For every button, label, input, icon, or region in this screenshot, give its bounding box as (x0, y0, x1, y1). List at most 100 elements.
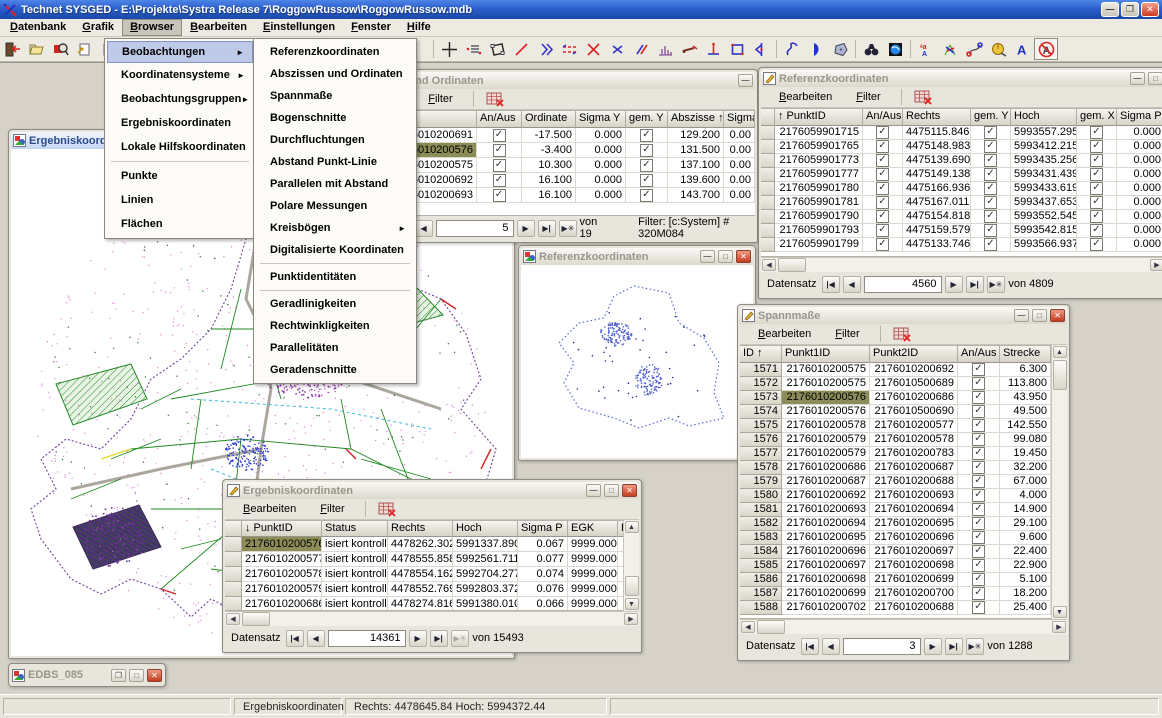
import-icon[interactable] (72, 38, 96, 60)
new-record-button[interactable]: ▶✳ (559, 220, 577, 237)
rectangle-icon[interactable] (725, 38, 749, 60)
histogram-icon[interactable] (653, 38, 677, 60)
submenu-item-abszissen-ordinaten[interactable]: Abszissen und Ordinaten (256, 63, 414, 85)
submenu-item-parallelen-mit-abstand[interactable]: Parallelen mit Abstand (256, 173, 414, 195)
submenu-item-abstand-punkt-linie[interactable]: Abstand Punkt-Linie (256, 151, 414, 173)
table-row[interactable]: 1577 2176010200579 2176010200783 ✓ 19.45… (740, 447, 1051, 461)
child-maximize-button[interactable]: □ (129, 669, 144, 682)
table-row[interactable]: 1571 2176010200575 2176010200692 ✓ 6.300 (740, 363, 1051, 377)
measure-wheel-icon[interactable] (986, 38, 1010, 60)
child-maximize-button[interactable]: □ (718, 250, 733, 263)
crosshair-icon[interactable] (437, 38, 461, 60)
spann-horizontal-scrollbar[interactable]: ◀▶ (740, 619, 1067, 634)
menu-item-koordinatensysteme[interactable]: Koordinatensysteme► (107, 63, 253, 87)
last-record-button[interactable]: ▶| (966, 276, 984, 293)
submenu-item-bogenschnitte[interactable]: Bogenschnitte (256, 107, 414, 129)
submenu-item-spannmasse[interactable]: Spannmaße (256, 85, 414, 107)
table-row[interactable]: 2176059901799 ✓ 4475133.746 ✓ 5993566.93… (761, 238, 1162, 252)
table-row[interactable]: 1587 2176010200699 2176010200700 ✓ 18.20… (740, 587, 1051, 601)
table-row[interactable]: 1574 2176010200576 2176010500690 ✓ 49.50… (740, 405, 1051, 419)
record-number-input[interactable] (864, 276, 942, 293)
table-row[interactable]: 2176010200578 isiert kontrolliert 447855… (225, 567, 623, 582)
spline-icon[interactable] (780, 38, 804, 60)
perpendicular-icon[interactable] (701, 38, 725, 60)
polygon-area-icon[interactable] (485, 38, 509, 60)
refk-titlebar[interactable]: Referenzkoordinaten — □ (761, 70, 1162, 87)
table-row[interactable]: 2176059901781 ✓ 4475167.011 ✓ 5993437.65… (761, 196, 1162, 210)
table-row[interactable]: 1579 2176010200687 2176010200688 ✓ 67.00… (740, 475, 1051, 489)
menu-fenster[interactable]: Fenster (343, 19, 399, 36)
ergt-titlebar[interactable]: Ergebniskoordinaten — □ ✕ (225, 482, 639, 499)
binoculars-icon[interactable] (859, 38, 883, 60)
table-row[interactable]: 1576 2176010200579 2176010200578 ✓ 99.08… (740, 433, 1051, 447)
double-chevron-icon[interactable] (533, 38, 557, 60)
table-row[interactable]: 1583 2176010200695 2176010200696 ✓ 9.600 (740, 531, 1051, 545)
first-record-button[interactable]: |◀ (822, 276, 840, 293)
table-row[interactable]: 1575 2176010200578 2176010200577 ✓ 142.5… (740, 419, 1051, 433)
child-close-button[interactable]: ✕ (736, 250, 751, 263)
spann-titlebar[interactable]: Spannmaße — □ ✕ (740, 307, 1067, 324)
table-row[interactable]: 1581 2176010200693 2176010200694 ✓ 14.90… (740, 503, 1051, 517)
table-row[interactable]: 1586 2176010200698 2176010200699 ✓ 5.100 (740, 573, 1051, 587)
wedge-icon[interactable] (804, 38, 828, 60)
ergt-vertical-scrollbar[interactable]: ▲ ▼ (623, 520, 639, 611)
arc-angle-icon[interactable] (749, 38, 773, 60)
menu-browser[interactable]: Browser (122, 19, 182, 36)
record-number-input[interactable] (436, 220, 514, 237)
next-record-button[interactable]: ▶ (517, 220, 535, 237)
route-icon[interactable] (962, 38, 986, 60)
minimize-button[interactable]: — (1101, 2, 1119, 17)
table-row[interactable]: 1573 2176010200576 2176010200686 ✓ 43.95… (740, 391, 1051, 405)
child-maximize-button[interactable]: □ (1032, 309, 1047, 322)
menu-einstellungen[interactable]: Einstellungen (255, 19, 343, 36)
submenu-item-geradenschnitte[interactable]: Geradenschnitte (256, 359, 414, 381)
menu-hilfe[interactable]: Hilfe (399, 19, 439, 36)
point-list-icon[interactable] (461, 38, 485, 60)
submenu-item-geradlinigkeiten[interactable]: Geradlinigkeiten (256, 293, 414, 315)
child-minimize-button[interactable]: — (1014, 309, 1029, 322)
table-row[interactable]: 2176059901765 ✓ 4475148.983 ✓ 5993412.21… (761, 140, 1162, 154)
menu-item-ergebniskoordinaten[interactable]: Ergebniskoordinaten (107, 111, 253, 135)
bearbeiten-menu[interactable]: Bearbeiten (746, 326, 823, 342)
polar-measure-icon[interactable] (677, 38, 701, 60)
first-record-button[interactable]: |◀ (801, 638, 819, 655)
child-maximize-button[interactable]: □ (604, 484, 619, 497)
first-record-button[interactable]: |◀ (286, 630, 304, 647)
open-project-icon[interactable] (24, 38, 48, 60)
filter-menu[interactable]: Filter (308, 501, 356, 517)
bearbeiten-menu[interactable]: Bearbeiten (231, 501, 308, 517)
delete-table-icon[interactable] (910, 88, 936, 106)
next-record-button[interactable]: ▶ (409, 630, 427, 647)
table-row[interactable]: 1582 2176010200694 2176010200695 ✓ 29.10… (740, 517, 1051, 531)
record-number-input[interactable] (843, 638, 921, 655)
submenu-item-rechtwinkligkeiten[interactable]: Rechtwinkligkeiten (256, 315, 414, 337)
new-record-button[interactable]: ▶✳ (987, 276, 1006, 293)
label-pair-icon[interactable]: ᵃaA (914, 38, 938, 60)
prev-record-button[interactable]: ◀ (843, 276, 861, 293)
table-row[interactable]: 1580 2176010200692 2176010200693 ✓ 4.000 (740, 489, 1051, 503)
menu-item-lokale-hilfskoordinaten[interactable]: Lokale Hilfskoordinaten (107, 135, 253, 159)
area-fill-icon[interactable] (828, 38, 852, 60)
table-row[interactable]: 1585 2176010200697 2176010200698 ✓ 22.90… (740, 559, 1051, 573)
globe-icon[interactable] (883, 38, 907, 60)
submenu-item-referenzkoordinaten[interactable]: Referenzkoordinaten (256, 41, 414, 63)
prev-record-button[interactable]: ◀ (415, 220, 433, 237)
small-cross-icon[interactable] (605, 38, 629, 60)
next-record-button[interactable]: ▶ (924, 638, 942, 655)
db-search-icon[interactable] (48, 38, 72, 60)
menu-item-linien[interactable]: Linien (107, 188, 253, 212)
menu-item-punkte[interactable]: Punkte (107, 164, 253, 188)
table-row[interactable]: 2176059901773 ✓ 4475139.690 ✓ 5993435.25… (761, 154, 1162, 168)
table-row[interactable]: 1588 2176010200702 2176010200688 ✓ 25.40… (740, 601, 1051, 615)
record-number-input[interactable] (328, 630, 406, 647)
child-close-button[interactable]: ✕ (622, 484, 637, 497)
delete-table-icon[interactable] (889, 325, 915, 343)
child-maximize-button[interactable]: □ (1148, 72, 1162, 85)
prev-record-button[interactable]: ◀ (822, 638, 840, 655)
filter-menu[interactable]: Filter (844, 89, 892, 105)
submenu-item-polare-messungen[interactable]: Polare Messungen (256, 195, 414, 217)
table-row[interactable]: 2176059901790 ✓ 4475154.818 ✓ 5993552.54… (761, 210, 1162, 224)
filter-menu[interactable]: Filter (416, 91, 464, 107)
filter-menu[interactable]: Filter (823, 326, 871, 342)
menu-item-beobachtungsgruppen[interactable]: Beobachtungsgruppen► (107, 87, 253, 111)
